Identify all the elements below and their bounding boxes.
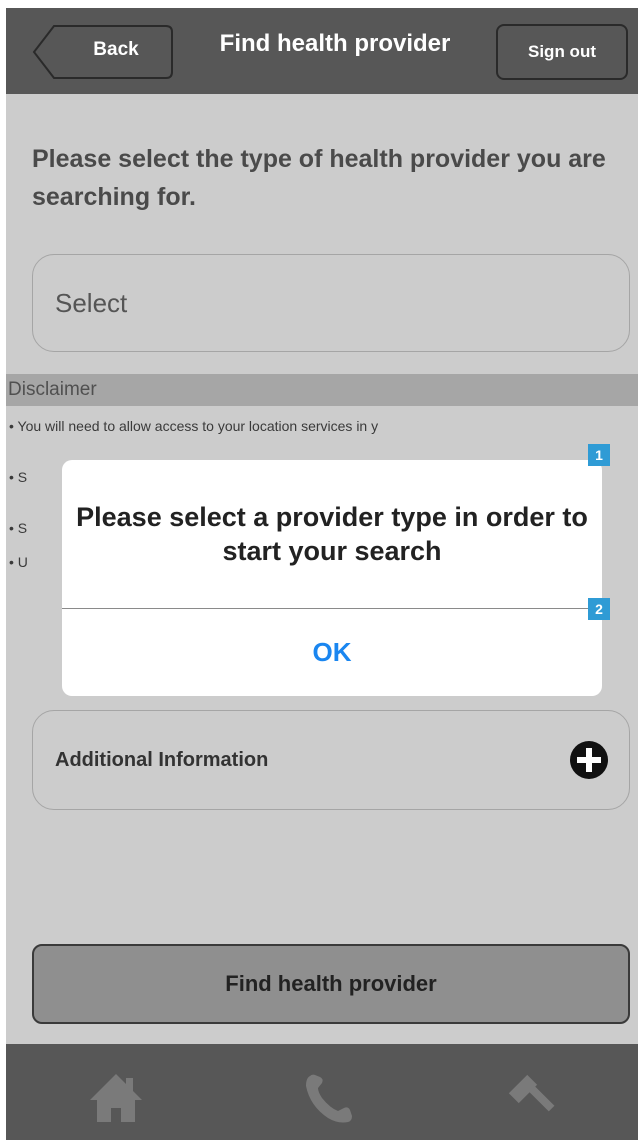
disclaimer-heading: Disclaimer <box>6 374 638 406</box>
top-bar: Back Find health provider Sign out <box>6 8 638 94</box>
disclaimer-item-text: U <box>17 554 28 570</box>
home-icon[interactable] <box>86 1068 146 1128</box>
alert-dialog: Please select a provider type in order t… <box>62 460 602 696</box>
plus-circle-icon[interactable] <box>569 740 609 780</box>
provider-type-prompt: Please select the type of health provide… <box>32 145 606 211</box>
additional-information-row[interactable]: Additional Information <box>32 710 630 810</box>
annotation-marker-1: 1 <box>588 444 610 466</box>
page-title: Find health provider <box>219 30 451 57</box>
dialog-message: Please select a provider type in order t… <box>76 502 588 566</box>
bottom-nav-bar <box>6 1044 638 1140</box>
dialog-divider <box>62 608 602 609</box>
disclaimer-item-text: S <box>17 520 28 536</box>
disclaimer-item: • You will need to allow access to your … <box>9 418 379 434</box>
provider-type-select[interactable]: Select <box>32 254 630 352</box>
gavel-icon[interactable] <box>500 1068 560 1128</box>
back-button-label: Back <box>93 39 139 60</box>
disclaimer-item-text: You will need to allow access to your lo… <box>17 418 379 434</box>
app-screen: Back Find health provider Sign out Pleas… <box>6 8 638 1140</box>
sign-out-button[interactable]: Sign out <box>496 24 628 80</box>
disclaimer-item-text: S <box>17 469 28 485</box>
back-button[interactable]: Back <box>32 24 174 80</box>
annotation-marker-2: 2 <box>588 598 610 620</box>
dialog-ok-button[interactable]: OK <box>62 612 602 692</box>
additional-information-label: Additional Information <box>55 749 269 771</box>
find-health-provider-button[interactable]: Find health provider <box>32 944 630 1024</box>
phone-icon[interactable] <box>300 1068 360 1128</box>
